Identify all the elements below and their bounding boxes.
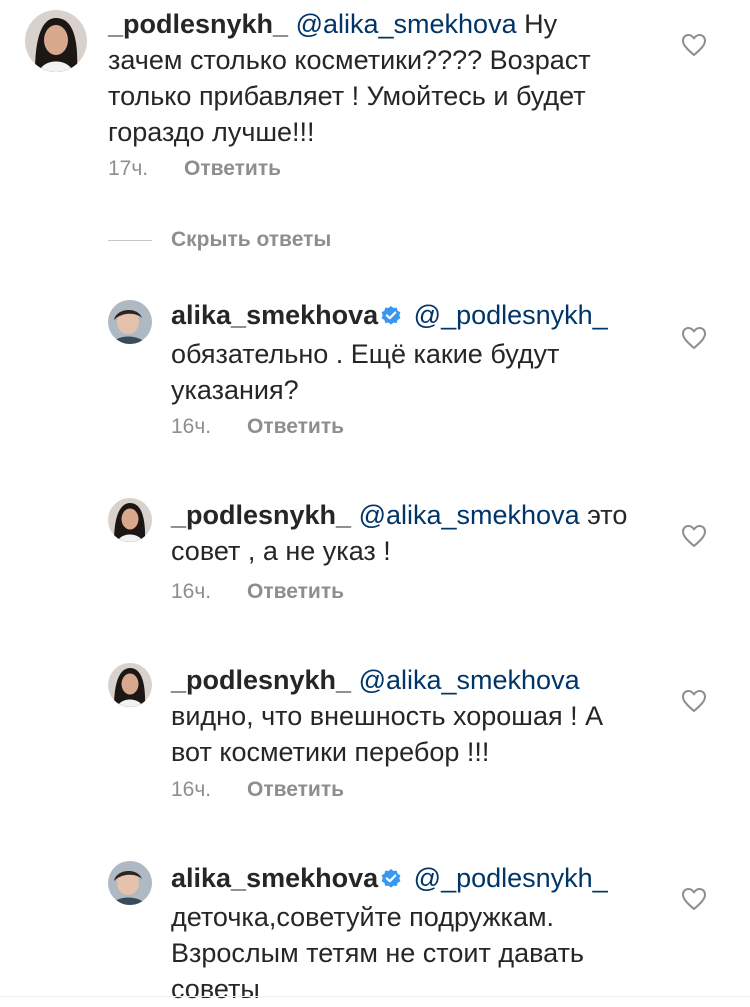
avatar-alika[interactable]: [108, 300, 152, 344]
avatar-podlesnykh[interactable]: [108, 663, 152, 707]
reply-item: alika_smekhova @_podlesnykh_ деточка,сов…: [0, 853, 750, 1004]
replies-divider-line: [108, 240, 152, 241]
avatar-alika[interactable]: [108, 861, 152, 905]
comment-mention[interactable]: @alika_smekhova: [296, 9, 517, 39]
comment-timestamp: 16ч.: [171, 778, 212, 801]
heart-outline-icon[interactable]: [681, 326, 707, 355]
comment-username[interactable]: _podlesnykh_: [171, 500, 351, 530]
comment-username[interactable]: alika_smekhova: [171, 863, 378, 893]
avatar-podlesnykh[interactable]: [25, 10, 87, 72]
comment-text: это: [579, 500, 628, 530]
comment-mention[interactable]: @alika_smekhova: [359, 500, 580, 530]
comment-timestamp: 16ч.: [171, 415, 212, 438]
comment-timestamp: 16ч.: [171, 580, 212, 603]
reply-item: alika_smekhova @_podlesnykh_ обязательно…: [0, 290, 750, 450]
reply-button[interactable]: Ответить: [184, 157, 281, 180]
reply-button[interactable]: Ответить: [247, 415, 344, 438]
avatar-podlesnykh[interactable]: [108, 498, 152, 542]
comment-username[interactable]: alika_smekhova: [171, 300, 378, 330]
reply-button[interactable]: Ответить: [247, 580, 344, 603]
reply-item: _podlesnykh_ @alika_smekhova это совет ,…: [0, 490, 750, 610]
heart-outline-icon[interactable]: [681, 887, 707, 916]
comment-text: вот косметики перебор !!!: [171, 737, 490, 767]
comment-username[interactable]: _podlesnykh_: [108, 9, 288, 39]
comment-text: только прибавляет ! Умойтесь и будет: [108, 81, 586, 111]
verified-badge-icon: [380, 863, 402, 899]
comment-text: обязательно . Ещё какие будут: [171, 339, 560, 369]
comment-text: видно, что внешность хорошая ! А: [171, 701, 604, 731]
comment-text: деточка,советуйте подружкам.: [171, 902, 555, 932]
heart-outline-icon[interactable]: [681, 33, 707, 62]
hide-replies-button[interactable]: Скрыть ответы: [171, 228, 331, 252]
comment-text: зачем столько косметики???? Возраст: [108, 45, 591, 75]
comment-text: гораздо лучше!!!: [108, 117, 315, 147]
comment-mention[interactable]: @_podlesnykh_: [414, 863, 608, 893]
reply-button[interactable]: Ответить: [247, 778, 344, 801]
comment-mention[interactable]: @_podlesnykh_: [414, 300, 608, 330]
divider-line: [0, 996, 750, 997]
comment-text: совет , а не указ !: [171, 536, 391, 566]
comment-timestamp: 17ч.: [108, 157, 149, 180]
comment-text: советы: [171, 974, 260, 1004]
verified-badge-icon: [380, 300, 402, 336]
comment-item: _podlesnykh_ @alika_smekhova Ну зачем ст…: [0, 0, 750, 200]
comment-username[interactable]: _podlesnykh_: [171, 665, 351, 695]
reply-item: _podlesnykh_ @alika_smekhova видно, что …: [0, 655, 750, 815]
comment-text: указания?: [171, 375, 299, 405]
heart-outline-icon[interactable]: [681, 524, 707, 553]
comment-mention[interactable]: @alika_smekhova: [359, 665, 580, 695]
heart-outline-icon[interactable]: [681, 689, 707, 718]
comment-text: Ну: [516, 9, 558, 39]
comment-text: Взрослым тетям не стоит давать: [171, 938, 585, 968]
